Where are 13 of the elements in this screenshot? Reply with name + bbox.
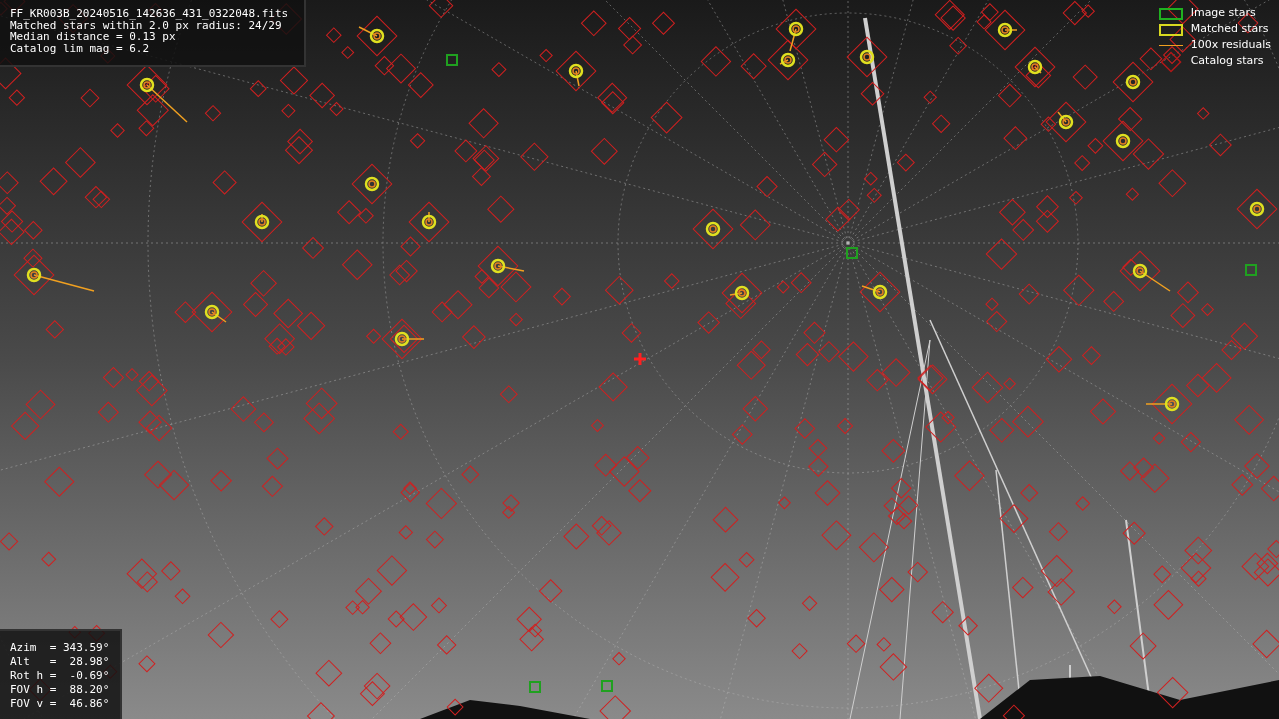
pointing-text: FOV v = 46.86° <box>10 697 110 711</box>
info-text: Matched stars within 2.0 px radius: 24/29 <box>10 19 282 31</box>
info-text: Median distance = 0.13 px <box>10 31 176 43</box>
image-star-legend-icon <box>1158 7 1183 20</box>
pointing-text: Rot h = -0.69° <box>10 669 110 683</box>
pointing-text: Alt = 28.98° <box>10 655 110 669</box>
matched-star-legend-icon <box>1158 23 1183 36</box>
legend-label: 100x residuals <box>1190 37 1271 54</box>
info-text: Catalog lim mag = 6.2 <box>10 42 151 54</box>
legend-label: Catalog stars <box>1190 53 1264 70</box>
pointing-text: FOV h = 88.20° <box>10 683 110 697</box>
info-text: FF_KR003B_20240516_142636_431_0322048.fits <box>10 8 290 20</box>
pointing-text: Azim = 343.59° <box>10 641 110 655</box>
